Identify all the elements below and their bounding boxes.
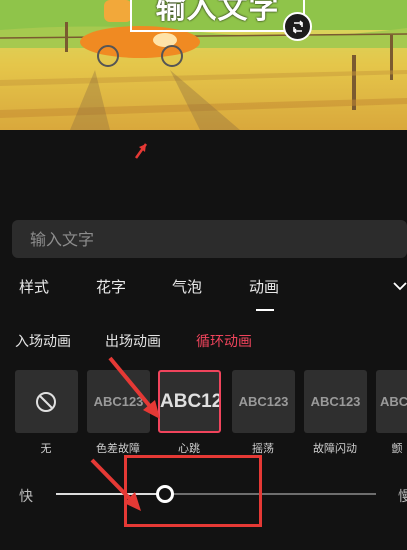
chevron-down-icon [393, 282, 407, 291]
anim-label-shake: 颤 [391, 442, 403, 455]
anim-label-chromatic-glitch: 色差故障 [96, 442, 140, 455]
tab-bubble[interactable]: 气泡 [172, 276, 202, 297]
collapse-button[interactable] [392, 278, 407, 296]
anim-item-heartbeat[interactable]: ABC123 [158, 370, 221, 433]
none-icon [36, 392, 56, 412]
rotate-button[interactable] [283, 12, 312, 41]
speed-slow-label: 慢 [398, 489, 407, 505]
subtab-out-animation[interactable]: 出场动画 [105, 331, 161, 351]
anim-item-glitch-flash[interactable]: ABC123 [304, 370, 367, 433]
speed-fast-label: 快 [19, 489, 33, 505]
tab-style[interactable]: 样式 [19, 276, 49, 297]
active-tab-indicator [256, 309, 274, 311]
text-input-container[interactable] [12, 220, 407, 258]
tab-animation[interactable]: 动画 [249, 276, 279, 297]
anim-item-chromatic-glitch[interactable]: ABC123 [87, 370, 150, 433]
anim-label-sway: 摇荡 [252, 442, 274, 455]
overlay-text-box[interactable]: 输入文字 [130, 0, 305, 32]
subtab-loop-animation[interactable]: 循环动画 [196, 331, 252, 351]
annotation-box [124, 455, 262, 527]
anim-item-none[interactable] [15, 370, 78, 433]
text-input[interactable] [12, 220, 407, 258]
anim-label-heartbeat: 心跳 [178, 442, 200, 455]
anim-label-none: 无 [40, 442, 52, 455]
video-preview[interactable]: 输入文字 [0, 0, 407, 130]
tab-fancy-text[interactable]: 花字 [96, 276, 126, 297]
anim-item-shake[interactable]: ABC1 [376, 370, 407, 433]
rotate-icon [293, 20, 303, 34]
anim-item-sway[interactable]: ABC123 [232, 370, 295, 433]
subtab-in-animation[interactable]: 入场动画 [15, 331, 71, 351]
